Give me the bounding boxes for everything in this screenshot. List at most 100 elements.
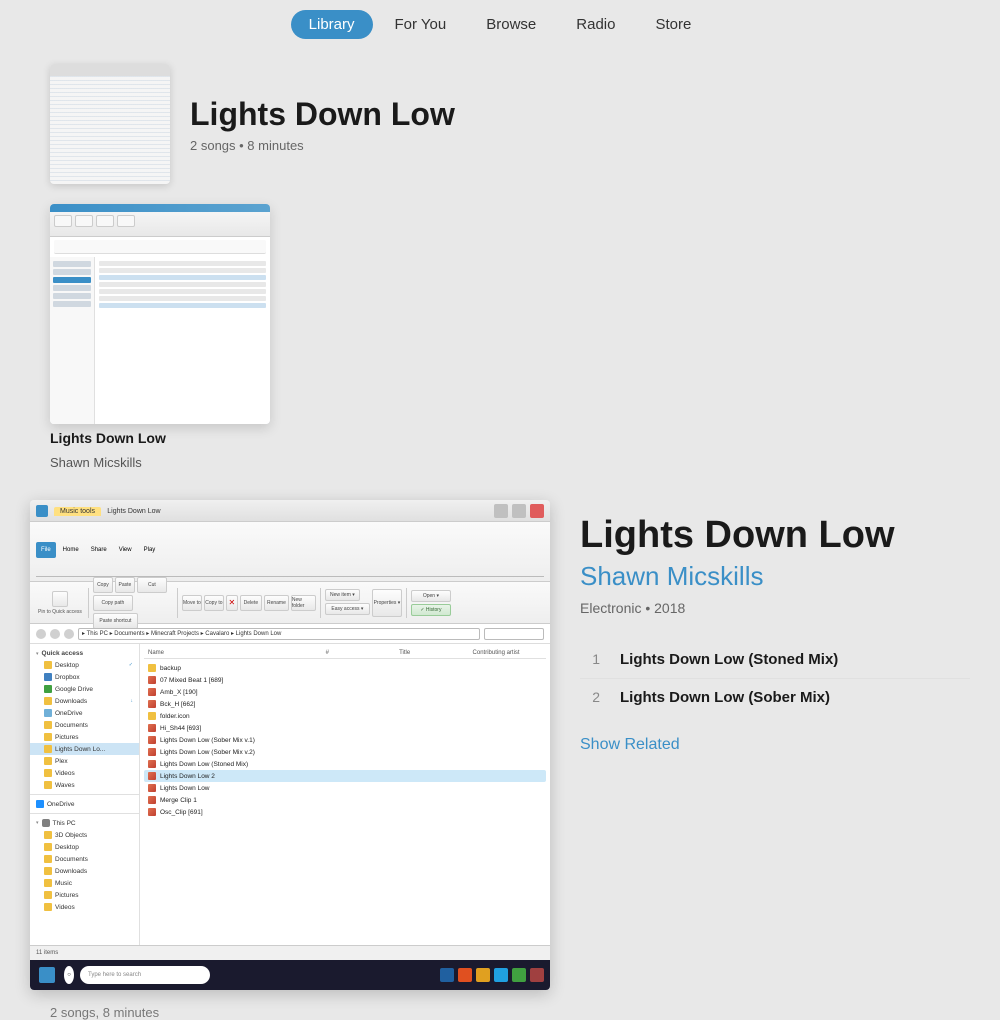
close-button[interactable] xyxy=(530,504,544,518)
album-artist[interactable]: Shawn Micskills xyxy=(580,561,970,592)
taskbar-icon-4[interactable] xyxy=(494,968,508,982)
hero-album-art xyxy=(50,64,170,184)
taskbar-icon-3[interactable] xyxy=(476,968,490,982)
tree-item-plex[interactable]: Plex xyxy=(30,755,139,767)
top-navigation: Library For You Browse Radio Store xyxy=(0,0,1000,54)
right-panel: Lights Down Low Shawn Micskills Electron… xyxy=(580,500,970,990)
track-item-1[interactable]: 1 Lights Down Low (Stoned Mix) xyxy=(580,641,970,679)
file-row-ambx[interactable]: Amb_X [190] xyxy=(144,686,546,698)
maximize-button[interactable] xyxy=(512,504,526,518)
taskbar: ○ Type here to search xyxy=(30,960,550,990)
folder-icon xyxy=(148,712,156,720)
track-item-2[interactable]: 2 Lights Down Low (Sober Mix) xyxy=(580,679,970,716)
audio-icon xyxy=(148,760,156,768)
file-row-foldericon[interactable]: folder.icon xyxy=(144,710,546,722)
file-row-stoned[interactable]: Lights Down Low (Stoned Mix) xyxy=(144,758,546,770)
audio-icon xyxy=(148,748,156,756)
tree-item-onedrive[interactable]: OneDrive xyxy=(30,707,139,719)
tree-item-thispc[interactable]: ▾ This PC xyxy=(30,817,139,829)
audio-icon xyxy=(148,676,156,684)
file-row-sober-v2[interactable]: Lights Down Low (Sober Mix v.2) xyxy=(144,746,546,758)
file-tree: ▾ Quick access Desktop ✓ Dropbox xyxy=(30,644,140,990)
forward-button[interactable] xyxy=(50,629,60,639)
album-title: Lights Down Low xyxy=(580,515,970,557)
files-header: Name # Title Contributing artist xyxy=(144,648,546,659)
tree-item-downloads2[interactable]: Downloads xyxy=(30,865,139,877)
tree-item-onedrive2[interactable]: OneDrive xyxy=(30,798,139,810)
ribbon-buttons: Pin to Quick access Copy Paste Cut Copy … xyxy=(30,582,550,624)
nav-library[interactable]: Library xyxy=(291,10,373,39)
file-row-ldl[interactable]: Lights Down Low xyxy=(144,782,546,794)
explorer-icon xyxy=(36,505,48,517)
tree-item-videos2[interactable]: Videos xyxy=(30,901,139,913)
album-card-name: Lights Down Low xyxy=(50,430,166,446)
share-tab[interactable]: Share xyxy=(86,542,112,558)
search-box[interactable] xyxy=(484,628,544,640)
taskbar-search[interactable]: Type here to search xyxy=(80,966,210,984)
address-path[interactable]: ▸ This PC ▸ Documents ▸ Minecraft Projec… xyxy=(78,628,480,640)
explorer-ribbon: File Home Share View Play xyxy=(30,522,550,582)
tree-item-pictures2[interactable]: Pictures xyxy=(30,889,139,901)
footer-text: 2 songs, 8 minutes xyxy=(50,1005,159,1020)
file-row-ldl2[interactable]: Lights Down Low 2 xyxy=(144,770,546,782)
nav-radio[interactable]: Radio xyxy=(558,10,633,39)
footer: 2 songs, 8 minutes xyxy=(0,990,1000,1020)
nav-for-you[interactable]: For You xyxy=(377,10,465,39)
file-row-backup[interactable]: backup xyxy=(144,662,546,674)
audio-icon xyxy=(148,808,156,816)
home-tab[interactable]: Home xyxy=(58,542,84,558)
hero-info: Lights Down Low 2 songs • 8 minutes xyxy=(190,95,950,152)
hero-meta: 2 songs • 8 minutes xyxy=(190,138,950,153)
explorer-screenshot: Music tools Lights Down Low File Home Sh… xyxy=(30,500,550,990)
album-genre-year: Electronic • 2018 xyxy=(580,600,970,616)
tree-item-music[interactable]: Music xyxy=(30,877,139,889)
explorer-titlebar: Music tools Lights Down Low xyxy=(30,500,550,522)
up-button[interactable] xyxy=(64,629,74,639)
start-button[interactable] xyxy=(36,964,58,986)
file-tab[interactable]: File xyxy=(36,542,56,558)
tree-item-desktop2[interactable]: Desktop xyxy=(30,841,139,853)
nav-browse[interactable]: Browse xyxy=(468,10,554,39)
tree-item-waves[interactable]: Waves xyxy=(30,779,139,791)
file-row-osc[interactable]: Osc_Clip [691] xyxy=(144,806,546,818)
file-row-merge[interactable]: Merge Clip 1 xyxy=(144,794,546,806)
file-row-bckh[interactable]: Bck_H [662] xyxy=(144,698,546,710)
tree-item-googledrive[interactable]: Google Drive xyxy=(30,683,139,695)
item-count: 11 items xyxy=(36,950,58,956)
titlebar-controls xyxy=(494,504,544,518)
album-card-artist: Shawn Micskills xyxy=(50,455,142,470)
tree-item-downloads[interactable]: Downloads ↓ xyxy=(30,695,139,707)
windows-icon xyxy=(39,967,55,983)
nav-store[interactable]: Store xyxy=(637,10,709,39)
file-row-07mixed[interactable]: 07 Mixed Beat 1 [689] xyxy=(144,674,546,686)
file-row-sober-v1[interactable]: Lights Down Low (Sober Mix v.1) xyxy=(144,734,546,746)
folder-icon xyxy=(148,664,156,672)
show-related-link[interactable]: Show Related xyxy=(580,736,680,754)
back-button[interactable] xyxy=(36,629,46,639)
taskbar-icon-5[interactable] xyxy=(512,968,526,982)
tree-item-videos[interactable]: Videos xyxy=(30,767,139,779)
audio-icon xyxy=(148,688,156,696)
minimize-button[interactable] xyxy=(494,504,508,518)
view-tab[interactable]: View xyxy=(114,542,137,558)
track-number-1: 1 xyxy=(580,651,600,667)
tree-item-dropbox[interactable]: Dropbox xyxy=(30,671,139,683)
audio-icon xyxy=(148,700,156,708)
tree-item-lightsdownlow[interactable]: Lights Down Lo... xyxy=(30,743,139,755)
tree-item-desktop[interactable]: Desktop ✓ xyxy=(30,659,139,671)
album-card-section: Lights Down Low Shawn Micskills xyxy=(0,204,1000,500)
play-tab[interactable]: Play xyxy=(139,542,161,558)
taskbar-icon-6[interactable] xyxy=(530,968,544,982)
file-row-hish[interactable]: Hi_Sh44 [693] xyxy=(144,722,546,734)
tree-item-3dobjects[interactable]: 3D Objects xyxy=(30,829,139,841)
tree-item-documents[interactable]: Documents xyxy=(30,719,139,731)
tree-item-documents2[interactable]: Documents xyxy=(30,853,139,865)
taskbar-icon-1[interactable] xyxy=(440,968,454,982)
cortana-icon: ○ xyxy=(64,966,74,984)
audio-icon xyxy=(148,772,156,780)
tree-item-pictures[interactable]: Pictures xyxy=(30,731,139,743)
track-name-2: Lights Down Low (Sober Mix) xyxy=(620,689,830,706)
explorer-address-bar: ▸ This PC ▸ Documents ▸ Minecraft Projec… xyxy=(30,624,550,644)
taskbar-icon-2[interactable] xyxy=(458,968,472,982)
main-content: Music tools Lights Down Low File Home Sh… xyxy=(0,500,1000,990)
